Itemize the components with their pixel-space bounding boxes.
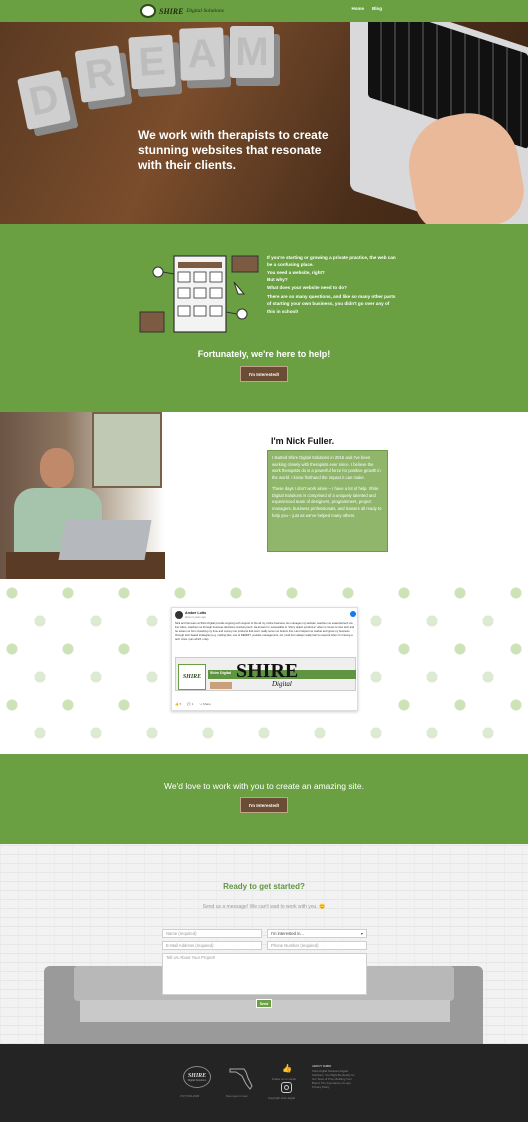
contact-title: Ready to get started? (223, 882, 305, 891)
footer-phone[interactable]: (727) 543-2345 (180, 1094, 199, 1098)
facebook-review-card[interactable]: Amber Lotts about 2 years ago Nick and t… (171, 607, 358, 711)
footer-social-caption[interactable]: Follow us on social (272, 1077, 296, 1081)
about-heading: I'm Nick Fuller. (271, 436, 335, 446)
laptop (58, 520, 152, 560)
reviewer-avatar (175, 611, 183, 619)
like-count[interactable]: 👍 5 (175, 702, 181, 706)
contact-subtitle: Send us a message! We can't wait to work… (202, 904, 326, 910)
website-wireframe-illustration (139, 255, 259, 333)
interest-select[interactable]: I'm interested in... ▾ (267, 929, 367, 938)
logo-text: SHIRE (159, 6, 184, 16)
site-header (0, 0, 528, 22)
review-date: about 2 years ago (185, 616, 206, 619)
dream-letter-a: A (179, 27, 225, 81)
footer-map-caption: Now open in new (226, 1094, 248, 1098)
dream-letter-e: E (128, 34, 176, 90)
review-reactions: 👍 5 💬 1 ↪ Share (175, 702, 211, 706)
intro-line: What does your website need to do? (267, 284, 347, 290)
footer-about-links[interactable]: Shire Digital Solutions Digital Solution… (312, 1069, 356, 1089)
dream-letter-m: M (230, 26, 274, 78)
intro-line: There are so many questions, and like so… (267, 294, 396, 314)
hero-headline: We work with therapists to create stunni… (138, 128, 329, 172)
page-name: Shire Digital (210, 671, 231, 675)
intro-line: But why? (267, 277, 288, 283)
interest-select-value: I'm interested in... (271, 931, 304, 936)
dream-letter-r: R (74, 45, 126, 103)
bio-paragraph: These days I don't work alone – I have a… (272, 485, 382, 518)
intro-line: You need a website, right? (267, 269, 325, 275)
review-text: Nick and the team at Shire Digital provi… (175, 622, 355, 641)
reviewer-name: Amber Lotts (185, 611, 207, 615)
facebook-icon (350, 611, 356, 617)
nick-photo (0, 412, 165, 579)
main-nav: Home Blog (351, 6, 382, 11)
nav-blog[interactable]: Blog (372, 6, 382, 11)
phone-field[interactable]: Phone Number (required) (267, 941, 367, 950)
footer-copyright: Copyright shire digital (268, 1096, 295, 1100)
share-button[interactable]: ↪ Share (200, 702, 211, 706)
chevron-down-icon: ▾ (360, 931, 363, 936)
intro-section (0, 224, 528, 412)
footer-logo[interactable]: SHIRE Digital Solutions (183, 1066, 211, 1088)
nav-home[interactable]: Home (351, 6, 364, 11)
about-bio: I started Shire Digital Solutions in 201… (267, 450, 388, 552)
shire-page-preview[interactable]: Shire Digital SHIRE SHIRE Digital (175, 657, 356, 691)
page-thumbnails (210, 682, 232, 689)
banner-sub-word: Digital (272, 680, 292, 688)
email-field[interactable]: E-Mail Address (required) (162, 941, 262, 950)
message-field[interactable]: Tell Us About Your Project! (162, 953, 367, 995)
window-image (92, 412, 162, 488)
name-field[interactable]: Name (required) (162, 929, 262, 938)
dream-letter-d: D (17, 69, 71, 131)
interested-button[interactable]: I'm Interested! (240, 366, 288, 382)
instagram-icon[interactable] (281, 1082, 292, 1093)
site-footer (0, 1044, 528, 1122)
comment-count[interactable]: 💬 1 (187, 702, 193, 706)
footer-logo-sub: Digital Solutions (187, 1078, 207, 1082)
hero-section: D R E A M (0, 22, 528, 224)
intro-line: If you're starting or growing a private … (267, 255, 396, 268)
florida-map-icon (229, 1068, 253, 1090)
site-logo[interactable]: SHIRE Digital Solutions (140, 4, 224, 18)
person-head (40, 448, 74, 488)
bio-paragraph: I started Shire Digital Solutions in 201… (272, 455, 381, 481)
send-button[interactable]: Send (256, 999, 272, 1008)
footer-about-title: ABOUT SHIRE (312, 1064, 332, 1068)
cta-text: We'd love to work with you to create an … (164, 781, 364, 791)
intro-text: If you're starting or growing a private … (267, 254, 397, 315)
thumbs-up-icon[interactable]: 👍 (282, 1064, 292, 1074)
shire-logo-thumb: SHIRE (178, 664, 206, 690)
fortunately-heading: Fortunately, we're here to help! (197, 349, 331, 359)
interested-button-2[interactable]: I'm Interested! (240, 797, 288, 813)
logo-subtitle: Digital Solutions (186, 8, 224, 14)
logo-icon (140, 4, 156, 18)
